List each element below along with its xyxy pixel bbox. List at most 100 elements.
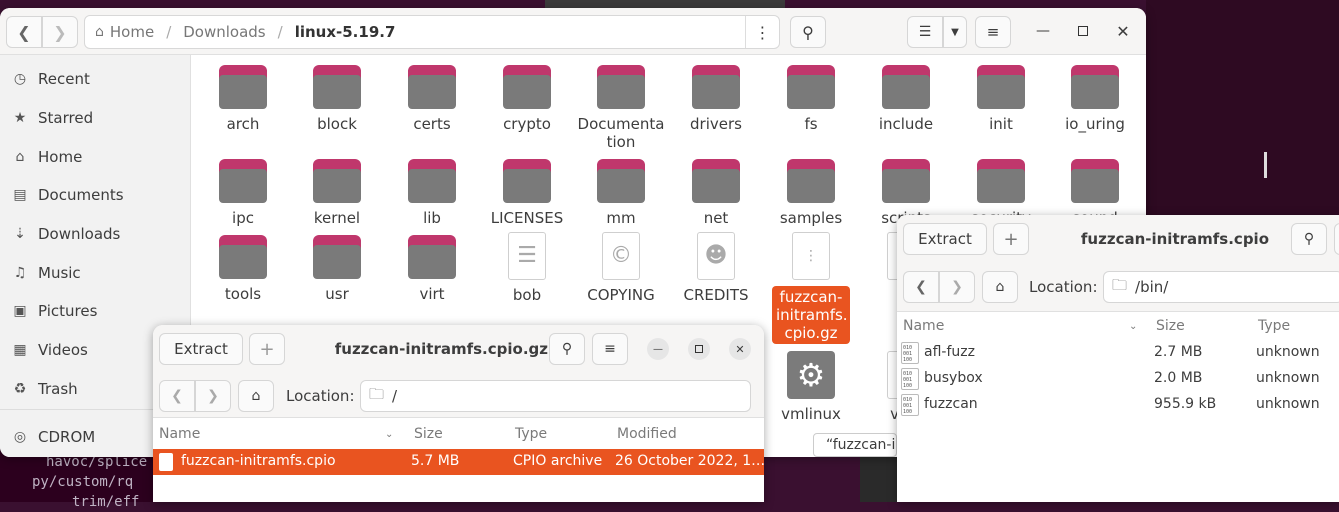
column-name[interactable]: Name — [159, 426, 200, 442]
sidebar-item-home[interactable]: ⌂ Home — [12, 145, 83, 169]
folder-item[interactable]: virt — [387, 235, 477, 303]
column-headers: Name ⌄ Size Type Modified — [153, 422, 764, 446]
search-button[interactable]: ⚲ — [1291, 223, 1327, 255]
folder-item[interactable]: Documenta tion — [576, 65, 666, 151]
location-label: Location: — [286, 387, 355, 405]
column-type[interactable]: Type — [1258, 318, 1290, 334]
menu-button[interactable] — [1334, 223, 1339, 255]
folder-item[interactable]: kernel — [292, 159, 382, 227]
folder-icon — [787, 159, 835, 203]
home-button[interactable]: ⌂ — [982, 271, 1018, 303]
chevron-right-icon: ❯ — [207, 388, 219, 404]
folder-item[interactable]: mm — [576, 159, 666, 227]
extract-button[interactable]: Extract — [903, 223, 987, 255]
sidebar-item-recent[interactable]: ◷ Recent — [12, 67, 90, 91]
file-item[interactable]: ⚙ vmlinux — [766, 351, 856, 423]
main-menu-button[interactable]: ≡ — [975, 16, 1011, 48]
home-button[interactable]: ⌂ — [238, 380, 274, 412]
breadcrumb-downloads[interactable]: Downloads — [183, 23, 265, 41]
column-size[interactable]: Size — [414, 426, 443, 442]
back-button[interactable]: ❮ — [159, 380, 195, 412]
kebab-icon: ⋮ — [754, 22, 771, 42]
folder-item[interactable]: tools — [198, 235, 288, 303]
folder-icon — [1071, 159, 1119, 203]
item-label: fs — [804, 115, 818, 133]
table-row[interactable]: 010 001 100 afl-fuzz 2.7 MB unknown — [897, 340, 1339, 366]
search-icon: ⚲ — [1303, 231, 1315, 247]
folder-icon — [597, 65, 645, 109]
folder-item[interactable]: certs — [387, 65, 477, 133]
location-field[interactable]: 🗀 /bin/ — [1103, 271, 1339, 303]
minimize-button[interactable]: — — [1032, 20, 1054, 42]
folder-item[interactable]: samples — [766, 159, 856, 227]
file-item[interactable]: ☰ bob — [482, 232, 572, 304]
column-modified[interactable]: Modified — [617, 426, 677, 442]
cell-type: unknown — [1256, 396, 1320, 412]
maximize-button[interactable] — [1072, 20, 1094, 42]
folder-item[interactable]: LICENSES — [482, 159, 572, 227]
path-bar: ⌂ Home / Downloads / linux-5.19.7 ⋮ — [84, 15, 780, 49]
folder-item[interactable]: net — [671, 159, 761, 227]
column-size[interactable]: Size — [1156, 318, 1185, 334]
sidebar-item-label: Recent — [38, 70, 90, 88]
search-button[interactable]: ⚲ — [790, 16, 826, 48]
folder-item[interactable]: init — [956, 65, 1046, 133]
folder-item[interactable]: fs — [766, 65, 856, 133]
sidebar-item-cdrom[interactable]: ◎ CDROM — [12, 425, 95, 449]
table-row[interactable]: 010 001 100 busybox 2.0 MB unknown — [897, 366, 1339, 392]
sidebar-item-documents[interactable]: ▤ Documents — [12, 183, 123, 207]
add-button[interactable]: + — [993, 223, 1029, 255]
view-toggle-button[interactable]: ☰ — [907, 16, 943, 48]
background-window-strip — [545, 0, 785, 8]
menu-button[interactable]: ≡ — [592, 333, 628, 365]
path-menu-button[interactable]: ⋮ — [745, 16, 779, 48]
table-row[interactable]: 010 001 100 fuzzcan 955.9 kB unknown — [897, 392, 1339, 418]
folder-item[interactable]: io_uring — [1050, 65, 1140, 133]
sidebar-item-pictures[interactable]: ▣ Pictures — [12, 299, 97, 323]
folder-item[interactable]: include — [861, 65, 951, 133]
file-item-selected[interactable]: ⋮ fuzzcan- initramfs. cpio.gz — [766, 232, 856, 344]
folder-icon — [692, 159, 740, 203]
sidebar-item-music[interactable]: ♫ Music — [12, 261, 81, 285]
sidebar-item-downloads[interactable]: ⇣ Downloads — [12, 222, 120, 246]
location-field[interactable]: 🗀 / — [360, 380, 751, 412]
forward-button[interactable]: ❯ — [939, 271, 975, 303]
minimize-button[interactable]: — — [647, 338, 669, 360]
clock-icon: ◷ — [13, 71, 27, 87]
file-item[interactable]: © COPYING — [576, 232, 666, 304]
extract-button[interactable]: Extract — [159, 333, 243, 365]
sidebar-item-videos[interactable]: ▦ Videos — [12, 338, 87, 362]
column-type[interactable]: Type — [515, 426, 547, 442]
download-icon: ⇣ — [14, 226, 26, 242]
breadcrumb-current[interactable]: linux-5.19.7 — [295, 23, 396, 41]
window-title: fuzzcan-initramfs.cpio.gz — [334, 340, 548, 358]
search-button[interactable]: ⚲ — [549, 333, 585, 365]
table-row-selected[interactable]: fuzzcan-initramfs.cpio 5.7 MB CPIO archi… — [153, 449, 764, 475]
folder-item[interactable]: crypto — [482, 65, 572, 133]
close-button[interactable]: ✕ — [1112, 20, 1134, 42]
folder-item[interactable]: lib — [387, 159, 477, 227]
folder-item[interactable]: drivers — [671, 65, 761, 133]
chevron-down-icon: ⌄ — [385, 429, 394, 440]
forward-button[interactable]: ❯ — [42, 16, 78, 48]
cell-name: afl-fuzz — [924, 344, 975, 360]
back-button[interactable]: ❮ — [6, 16, 42, 48]
folder-icon — [977, 65, 1025, 109]
breadcrumb-home[interactable]: ⌂ Home — [95, 23, 154, 41]
add-button[interactable]: + — [249, 333, 285, 365]
folder-item[interactable]: arch — [198, 65, 288, 133]
view-options-button[interactable]: ▼ — [943, 16, 967, 48]
forward-button[interactable]: ❯ — [195, 380, 231, 412]
file-item[interactable]: ☻ CREDITS — [671, 232, 761, 304]
column-name[interactable]: Name — [903, 318, 944, 334]
terminal-line: py/custom/rq — [32, 474, 134, 490]
folder-item[interactable]: usr — [292, 235, 382, 303]
sidebar-item-trash[interactable]: ♻ Trash — [12, 377, 78, 401]
folder-item[interactable]: ipc — [198, 159, 288, 227]
background-window — [860, 455, 900, 502]
maximize-button[interactable] — [688, 338, 710, 360]
folder-item[interactable]: block — [292, 65, 382, 133]
close-button[interactable]: ✕ — [729, 338, 751, 360]
back-button[interactable]: ❮ — [903, 271, 939, 303]
sidebar-item-starred[interactable]: ★ Starred — [12, 106, 93, 130]
